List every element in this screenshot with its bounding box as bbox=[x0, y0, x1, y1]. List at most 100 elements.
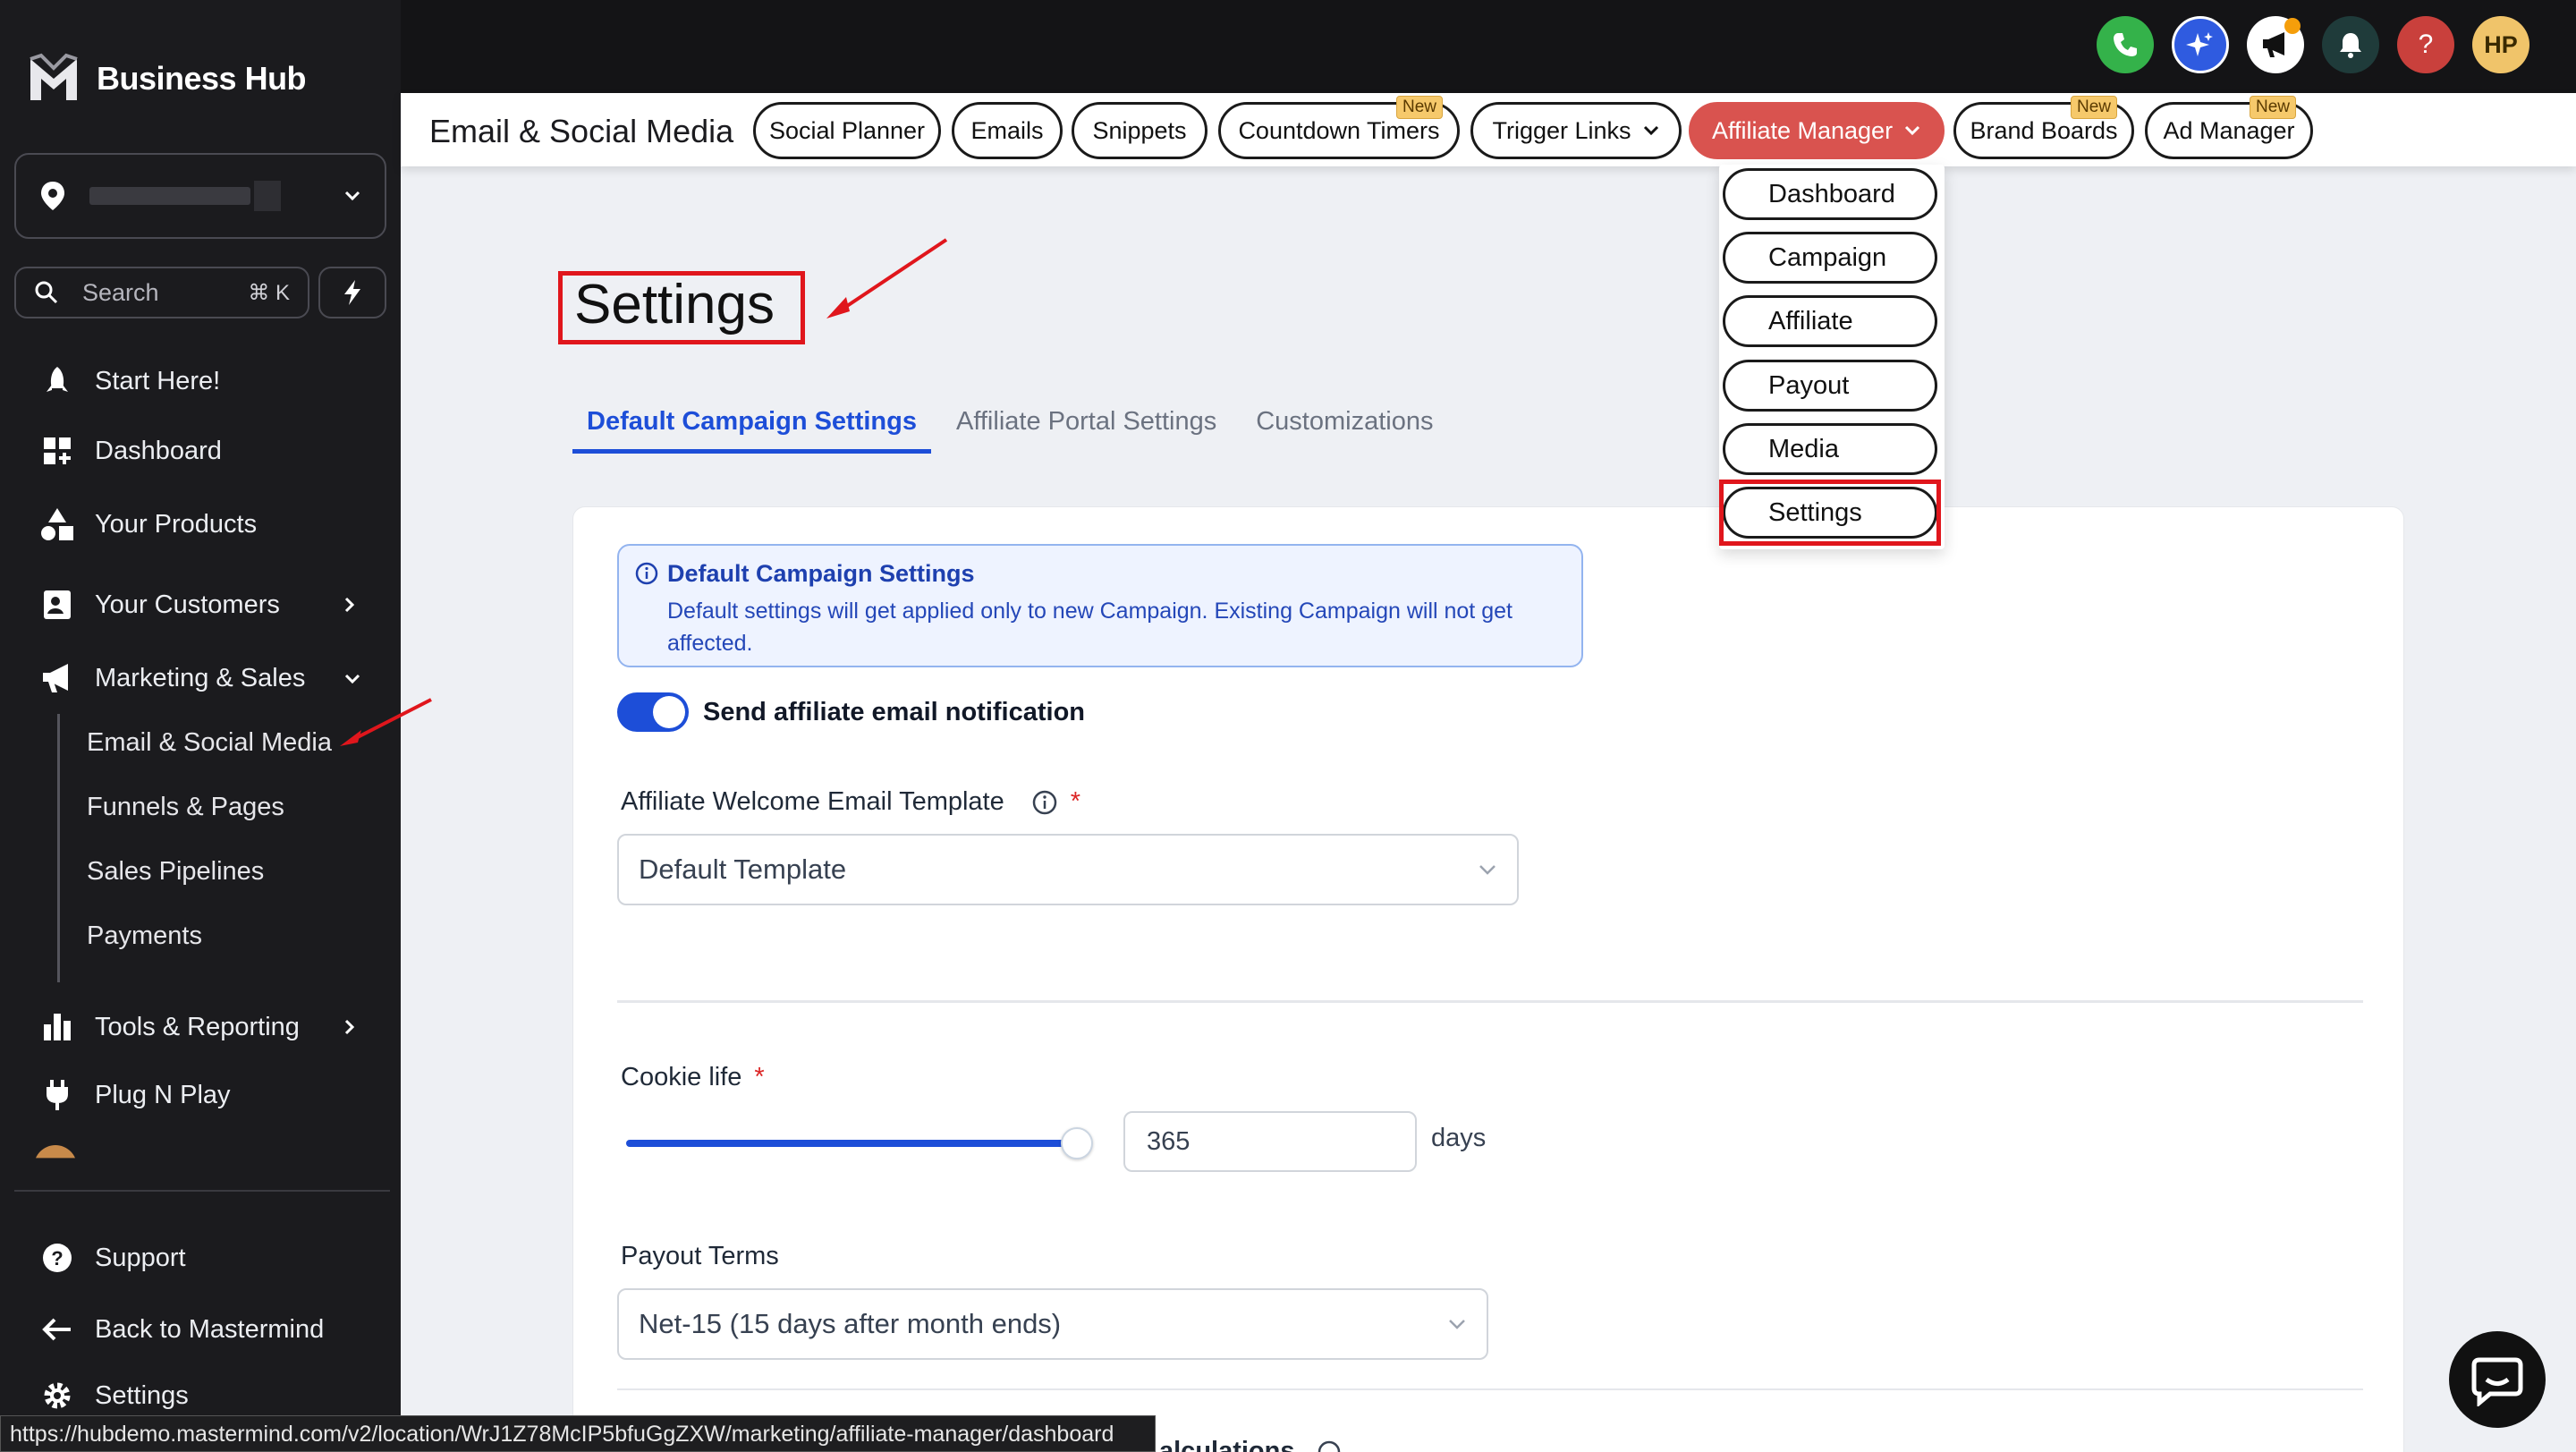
sidebar-item-tools[interactable]: Tools & Reporting bbox=[39, 1009, 355, 1045]
sidebar-item-support[interactable]: ? Support bbox=[39, 1240, 186, 1276]
tab-ad-manager[interactable]: Ad Manager New bbox=[2145, 96, 2313, 159]
welcome-template-label: Affiliate Welcome Email Template * bbox=[621, 787, 1080, 817]
sidebar-item-customers[interactable]: Your Customers bbox=[39, 587, 355, 623]
quick-actions-button[interactable] bbox=[318, 267, 386, 318]
sidebar-item-plug[interactable]: Plug N Play bbox=[39, 1077, 231, 1113]
tab-label: Trigger Links bbox=[1492, 116, 1631, 144]
ai-assistant-button[interactable] bbox=[2172, 16, 2229, 73]
module-header: Email & Social Media Social Planner Emai… bbox=[401, 93, 2576, 166]
cookie-life-unit: days bbox=[1431, 1124, 1487, 1152]
new-badge: New bbox=[1395, 96, 1443, 119]
phone-button[interactable] bbox=[2097, 16, 2154, 73]
select-value: Default Template bbox=[639, 853, 847, 885]
sidebar-subitem-pipelines[interactable]: Sales Pipelines bbox=[87, 857, 264, 887]
dropdown-item-affiliate[interactable]: Affiliate bbox=[1723, 295, 1937, 347]
bell-icon bbox=[2340, 33, 2361, 58]
location-switcher[interactable] bbox=[14, 153, 386, 239]
payout-terms-label: Payout Terms bbox=[621, 1242, 779, 1270]
chevron-down-icon bbox=[1643, 125, 1658, 136]
tab-affiliate-portal-settings[interactable]: Affiliate Portal Settings bbox=[942, 407, 1231, 454]
chat-bubble-icon bbox=[2471, 1357, 2523, 1406]
location-name-redacted-end bbox=[254, 181, 281, 211]
notifications-button[interactable] bbox=[2322, 16, 2379, 73]
help-button[interactable]: ? bbox=[2397, 16, 2454, 73]
section-divider bbox=[617, 1388, 2363, 1390]
tab-brand-boards[interactable]: Brand Boards New bbox=[1953, 96, 2134, 159]
bar-chart-icon bbox=[39, 1009, 75, 1045]
dropdown-item-payout[interactable]: Payout bbox=[1723, 360, 1937, 412]
search-label: Search bbox=[82, 278, 159, 306]
sidebar-item-settings[interactable]: Settings bbox=[39, 1378, 189, 1414]
sidebar-item-label: Support bbox=[95, 1243, 186, 1272]
welcome-template-select[interactable]: Default Template bbox=[617, 834, 1519, 905]
payout-terms-select[interactable]: Net-15 (15 days after month ends) bbox=[617, 1288, 1488, 1360]
sidebar-item-products[interactable]: Your Products bbox=[39, 506, 257, 542]
info-icon[interactable] bbox=[1031, 789, 1058, 816]
dropdown-item-dashboard[interactable]: Dashboard bbox=[1723, 168, 1937, 220]
svg-text:?: ? bbox=[51, 1247, 63, 1269]
chat-widget-button[interactable] bbox=[2449, 1331, 2546, 1428]
sidebar: Business Hub Search ⌘ K Start Here! Dash… bbox=[0, 0, 432, 1452]
chevron-down-icon bbox=[1479, 865, 1496, 875]
section-heading-partial: alculations bbox=[1159, 1437, 1342, 1452]
sidebar-item-dashboard[interactable]: Dashboard bbox=[39, 433, 222, 469]
cookie-life-label: Cookie life * bbox=[621, 1063, 765, 1092]
search-button[interactable]: Search ⌘ K bbox=[14, 267, 309, 318]
megaphone-icon bbox=[2263, 32, 2284, 57]
tab-label: Countdown Timers bbox=[1238, 116, 1440, 144]
required-mark: * bbox=[754, 1063, 765, 1091]
tab-emails[interactable]: Emails bbox=[952, 102, 1063, 159]
tab-trigger-links[interactable]: Trigger Links bbox=[1470, 102, 1682, 159]
info-banner: Default Campaign Settings Default settin… bbox=[617, 544, 1583, 667]
phone-icon bbox=[2114, 33, 2137, 56]
help-icon: ? bbox=[2418, 30, 2434, 59]
tab-default-campaign-settings[interactable]: Default Campaign Settings bbox=[572, 407, 931, 454]
sidebar-divider bbox=[14, 1190, 390, 1192]
megaphone-icon bbox=[39, 660, 75, 696]
sidebar-item-label: Marketing & Sales bbox=[95, 663, 306, 692]
chevron-down-icon bbox=[1449, 1320, 1465, 1329]
sidebar-item-marketing[interactable]: Marketing & Sales bbox=[39, 660, 360, 696]
tab-countdown-timers[interactable]: Countdown Timers New bbox=[1218, 96, 1460, 159]
chevron-down-icon bbox=[344, 191, 360, 201]
sidebar-item-start[interactable]: Start Here! bbox=[39, 363, 220, 399]
email-notification-toggle[interactable] bbox=[617, 692, 689, 732]
submenu-line bbox=[57, 714, 60, 982]
tab-customizations[interactable]: Customizations bbox=[1241, 407, 1447, 454]
sidebar-subitem-payments[interactable]: Payments bbox=[87, 921, 202, 951]
sidebar-item-back[interactable]: Back to Mastermind bbox=[39, 1312, 324, 1347]
tab-label: Emails bbox=[970, 116, 1044, 144]
sidebar-item-label: Your Products bbox=[95, 509, 258, 539]
avatar-initials: HP bbox=[2484, 30, 2518, 58]
required-mark: * bbox=[1070, 787, 1081, 816]
status-bar-url: https://hubdemo.mastermind.com/v2/locati… bbox=[0, 1415, 1156, 1452]
cookie-life-slider-handle[interactable] bbox=[1061, 1127, 1093, 1159]
mastermind-logo-icon bbox=[30, 53, 78, 100]
new-badge: New bbox=[2249, 96, 2296, 119]
cookie-life-slider-track[interactable] bbox=[626, 1140, 1082, 1147]
announcements-button[interactable] bbox=[2247, 16, 2304, 73]
section-divider bbox=[617, 1000, 2363, 1003]
info-icon[interactable] bbox=[1317, 1439, 1342, 1452]
annotation-highlight-box bbox=[558, 271, 805, 344]
tab-label: Ad Manager bbox=[2163, 116, 2295, 144]
dropdown-item-media[interactable]: Media bbox=[1723, 423, 1937, 475]
field-label: Affiliate Welcome Email Template bbox=[621, 787, 1004, 816]
brand-name: Business Hub bbox=[97, 60, 307, 97]
tab-snippets[interactable]: Snippets bbox=[1072, 102, 1208, 159]
location-name-redacted bbox=[89, 187, 250, 205]
new-badge: New bbox=[2070, 96, 2117, 119]
info-icon bbox=[635, 562, 658, 585]
tab-affiliate-manager[interactable]: Affiliate Manager bbox=[1689, 102, 1945, 159]
field-label: Cookie life bbox=[621, 1063, 742, 1091]
sidebar-subitem-funnels[interactable]: Funnels & Pages bbox=[87, 793, 284, 822]
settings-tabs: Default Campaign Settings Affiliate Port… bbox=[572, 407, 1458, 454]
notification-dot bbox=[2284, 18, 2301, 34]
tab-social-planner[interactable]: Social Planner bbox=[753, 102, 941, 159]
cookie-life-input[interactable]: 365 bbox=[1123, 1111, 1417, 1172]
brand-logo[interactable]: Business Hub bbox=[27, 52, 307, 106]
dashboard-grid-icon bbox=[39, 433, 75, 469]
sidebar-subitem-email[interactable]: Email & Social Media bbox=[87, 728, 332, 758]
user-avatar[interactable]: HP bbox=[2472, 16, 2529, 73]
dropdown-item-campaign[interactable]: Campaign bbox=[1723, 232, 1937, 284]
